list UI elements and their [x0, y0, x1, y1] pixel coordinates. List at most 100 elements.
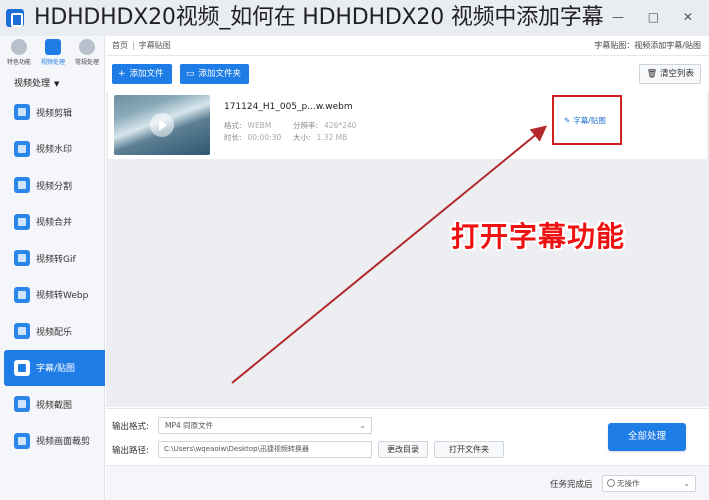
sidebar-item-label: 视频水印 — [36, 145, 73, 156]
tab-featured[interactable]: 特色功能 — [2, 39, 36, 66]
add-file-label: 添加文件 — [129, 69, 164, 79]
after-task-select[interactable]: 无操作 ⌄ — [602, 475, 696, 492]
nav-header-label: 视频处理 — [14, 79, 51, 89]
sidebar-item-label: 视频转Webp — [36, 291, 89, 302]
tab-video-processing-label: 视频处理 — [40, 59, 65, 66]
gif-icon — [14, 250, 30, 267]
output-format-select[interactable]: MP4 同原文件 ⌄ — [158, 417, 372, 434]
film-icon — [45, 39, 61, 55]
chevron-down-icon: ⌄ — [683, 479, 690, 488]
annotation-callout: 打开字幕功能 — [451, 215, 661, 259]
after-task-label: 任务完成后 — [550, 480, 593, 490]
sidebar-item-music[interactable]: 视频配乐 — [0, 313, 105, 350]
tab-general[interactable]: 常规处理 — [70, 39, 104, 66]
sidebar-item-merge[interactable]: 视频合并 — [0, 204, 105, 241]
split-icon — [14, 177, 30, 194]
breadcrumb-separator: | — [132, 41, 135, 50]
output-path-label: 输出路径: — [112, 446, 149, 456]
toolbar: + 添加文件 ▭ 添加文件夹 🗑 清空列表 — [106, 57, 709, 91]
sidebar-item-split[interactable]: 视频分割 — [0, 167, 105, 204]
subtitle-sticker-label: 字幕/贴图 — [573, 116, 606, 125]
subtitle-icon — [14, 359, 30, 376]
process-all-button[interactable]: 全部处理 — [608, 423, 686, 451]
page-caption: HDHDHDX20视频_如何在 HDHDHDX20 视频中添加字幕 — [34, 5, 604, 30]
format-value: WEBM — [247, 121, 272, 130]
sidebar-item-label: 视频截图 — [36, 400, 73, 411]
window-controls[interactable]: — □ ✕ — [612, 10, 703, 24]
output-settings: 输出格式: MP4 同原文件 ⌄ 输出路径: C:\Users\wqeaoiw\D… — [106, 408, 709, 464]
sidebar-item-to-webp[interactable]: 视频转Webp — [0, 277, 105, 314]
open-folder-button[interactable]: 打开文件夹 — [434, 441, 504, 458]
duration-label: 时长: — [224, 133, 242, 142]
sidebar-item-label: 字幕/贴图 — [36, 364, 76, 375]
radio-icon — [607, 479, 615, 487]
folder-icon: ▭ — [186, 69, 195, 79]
sidebar-item-subtitle-sticker[interactable]: 字幕/贴图 — [4, 349, 105, 386]
chevron-down-icon: ⌄ — [359, 421, 366, 430]
star-icon — [11, 39, 27, 55]
sidebar-item-label: 视频分割 — [36, 181, 73, 192]
sidebar-item-watermark[interactable]: 视频水印 — [0, 131, 105, 168]
status-bar: 任务完成后 无操作 ⌄ — [106, 465, 709, 500]
gear-icon — [79, 39, 95, 55]
format-label: 格式: — [224, 121, 242, 130]
clear-list-button[interactable]: 🗑 清空列表 — [639, 64, 701, 84]
clear-list-label: 清空列表 — [659, 69, 694, 79]
breadcrumb: 首页 | 字幕贴图 — [112, 40, 171, 51]
size-label: 大小: — [293, 133, 311, 142]
sidebar-item-label: 视频转Gif — [36, 254, 76, 265]
plus-icon: + — [118, 69, 126, 79]
resolution-meta: 分辨率: 426*240 — [293, 120, 356, 131]
sidebar-item-to-gif[interactable]: 视频转Gif — [0, 240, 105, 277]
webp-icon — [14, 286, 30, 303]
tab-general-label: 常规处理 — [74, 59, 99, 66]
tab-featured-label: 特色功能 — [6, 59, 31, 66]
size-value: 1.32 MB — [316, 133, 348, 142]
output-path-field[interactable]: C:\Users\wqeaoiw\Desktop\迅捷视频转换器 — [158, 441, 372, 458]
nav-list: 视频剪辑 视频水印 视频分割 视频合并 视频转Gif 视频转Webp 视频配乐 … — [0, 94, 105, 459]
video-thumbnail[interactable] — [114, 95, 210, 155]
resolution-value: 426*240 — [324, 121, 357, 130]
sidebar-item-label: 视频配乐 — [36, 327, 73, 338]
merge-icon — [14, 213, 30, 230]
breadcrumb-home[interactable]: 首页 — [112, 41, 128, 50]
play-icon[interactable] — [150, 113, 174, 137]
breadcrumb-bar: 首页 | 字幕贴图 字幕贴图：视频添加字幕/贴图 — [106, 36, 709, 56]
crop-icon — [14, 432, 30, 449]
music-icon — [14, 323, 30, 340]
change-directory-button[interactable]: 更改目录 — [378, 441, 428, 458]
sidebar-item-video-edit[interactable]: 视频剪辑 — [0, 94, 105, 131]
resolution-label: 分辨率: — [293, 121, 319, 130]
file-list-area: 171124_H1_005_p...w.webm 格式: WEBM 分辨率: 426… — [106, 91, 709, 407]
scissors-icon — [14, 104, 30, 121]
sidebar-item-label: 视频合并 — [36, 218, 73, 229]
edit-icon: ✎ — [564, 116, 571, 125]
sidebar-item-label: 视频画面裁剪 — [36, 437, 91, 448]
left-sidebar: 特色功能 视频处理 常规处理 视频处理 ▼ 视频剪辑 视频水印 视频分割 视频合并… — [0, 36, 105, 500]
size-meta: 大小: 1.32 MB — [293, 132, 347, 143]
trash-icon: 🗑 — [646, 69, 660, 79]
after-task-value: 无操作 — [617, 479, 640, 488]
duration-meta: 时长: 00:00:30 — [224, 132, 281, 143]
screenshot-icon — [14, 396, 30, 413]
caret-down-icon: ▼ — [54, 80, 60, 88]
file-name: 171124_H1_005_p...w.webm — [224, 102, 353, 112]
add-file-button[interactable]: + 添加文件 — [112, 64, 172, 84]
add-folder-button[interactable]: ▭ 添加文件夹 — [180, 64, 250, 84]
sidebar-item-crop[interactable]: 视频画面裁剪 — [0, 423, 105, 460]
breadcrumb-current: 字幕贴图 — [138, 41, 171, 50]
output-format-value: MP4 同原文件 — [165, 421, 214, 430]
sidebar-item-screenshot[interactable]: 视频截图 — [0, 386, 105, 423]
callout-text: 打开字幕功能 — [451, 220, 626, 253]
tab-video-processing[interactable]: 视频处理 — [36, 39, 70, 66]
output-format-label: 输出格式: — [112, 422, 149, 432]
duration-value: 00:00:30 — [247, 133, 282, 142]
format-meta: 格式: WEBM — [224, 120, 271, 131]
nav-section-header[interactable]: 视频处理 ▼ — [14, 76, 59, 89]
app-logo-icon — [6, 9, 24, 27]
highlight-box: ✎ 字幕/贴图 — [552, 95, 622, 145]
add-folder-label: 添加文件夹 — [198, 69, 242, 79]
list-item: 171124_H1_005_p...w.webm 格式: WEBM 分辨率: 426… — [108, 91, 707, 159]
page-description: 字幕贴图：视频添加字幕/贴图 — [594, 41, 701, 50]
subtitle-sticker-button[interactable]: ✎ 字幕/贴图 — [564, 115, 606, 126]
